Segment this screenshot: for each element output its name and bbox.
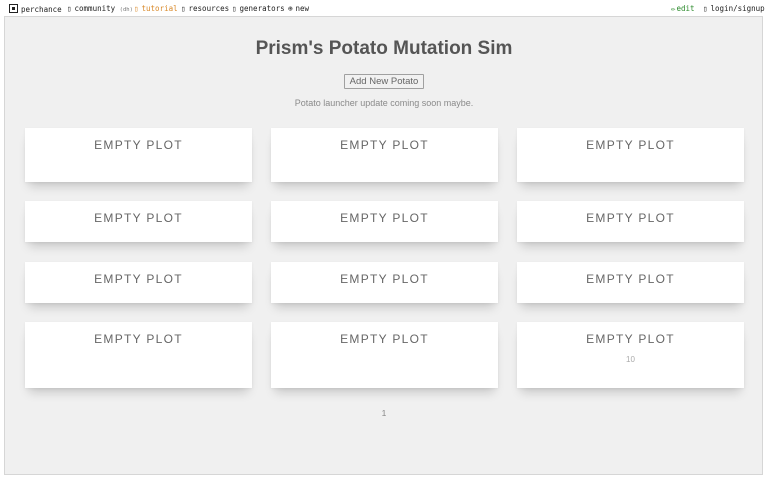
plot-card[interactable]: EMPTY PLOT	[271, 128, 498, 182]
page-number: 1	[381, 408, 387, 418]
community-icon: ▯	[67, 4, 72, 13]
resources-icon: ▯	[181, 4, 186, 13]
plot-card[interactable]: EMPTY PLOT	[517, 128, 744, 182]
add-new-potato-button[interactable]: Add New Potato	[344, 74, 424, 89]
plot-card[interactable]: EMPTY PLOT	[271, 322, 498, 388]
nav-login-link[interactable]: ▯ login/signup	[703, 4, 765, 13]
nav-edit-label: edit	[676, 4, 695, 13]
plot-card[interactable]: EMPTY PLOT	[25, 201, 252, 242]
pencil-icon: ✏	[671, 4, 676, 13]
plot-label: EMPTY PLOT	[94, 211, 183, 225]
plot-card[interactable]: EMPTY PLOT	[25, 322, 252, 388]
plot-card[interactable]: EMPTY PLOT	[271, 262, 498, 303]
generators-icon: ▯	[232, 4, 237, 13]
plot-label: EMPTY PLOT	[586, 332, 675, 346]
nav-tutorial-link[interactable]: ▯ tutorial	[134, 4, 178, 13]
plot-card[interactable]: EMPTY PLOT	[25, 262, 252, 303]
nav-community-link[interactable]: ▯ community (dh)	[67, 4, 133, 13]
nav-home-link[interactable]: perchance	[9, 4, 62, 14]
plot-label: EMPTY PLOT	[340, 138, 429, 152]
plus-circle-icon: ⊕	[288, 4, 293, 13]
plot-label: EMPTY PLOT	[340, 272, 429, 286]
login-icon: ▯	[703, 4, 708, 13]
perchance-logo-icon	[9, 4, 18, 13]
plot-card[interactable]: EMPTY PLOT	[517, 262, 744, 303]
plot-label: EMPTY PLOT	[94, 272, 183, 286]
page-title: Prism's Potato Mutation Sim	[255, 38, 513, 59]
nav-tutorial-label: tutorial	[141, 4, 178, 13]
plot-label: EMPTY PLOT	[94, 138, 183, 152]
plot-label: EMPTY PLOT	[340, 211, 429, 225]
nav-new-link[interactable]: ⊕ new	[288, 4, 309, 13]
plot-label: EMPTY PLOT	[586, 138, 675, 152]
plot-label: EMPTY PLOT	[586, 272, 675, 286]
nav-community-label: community	[74, 4, 116, 13]
plot-card[interactable]: EMPTY PLOT	[517, 201, 744, 242]
plot-card[interactable]: EMPTY PLOT 10	[517, 322, 744, 388]
nav-home-label: perchance	[21, 5, 62, 14]
nav-edit-link[interactable]: ✏edit	[671, 4, 695, 13]
plot-count: 10	[626, 355, 635, 364]
nav-resources-label: resources	[188, 4, 230, 13]
plot-card[interactable]: EMPTY PLOT	[271, 201, 498, 242]
top-navigation-bar: perchance ▯ community (dh) ▯ tutorial ▯ res…	[0, 0, 768, 16]
nav-login-label: login/signup	[710, 4, 765, 13]
nav-generators-link[interactable]: ▯ generators	[232, 4, 285, 13]
nav-resources-link[interactable]: ▯ resources	[181, 4, 229, 13]
nav-new-label: new	[295, 4, 310, 13]
plot-label: EMPTY PLOT	[586, 211, 675, 225]
tutorial-icon: ▯	[134, 4, 139, 13]
plot-label: EMPTY PLOT	[94, 332, 183, 346]
plot-label: EMPTY PLOT	[340, 332, 429, 346]
nav-community-badge: (dh)	[119, 7, 133, 13]
nav-generators-label: generators	[239, 4, 285, 13]
subtitle-note: Potato launcher update coming soon maybe…	[294, 98, 474, 108]
plot-card[interactable]: EMPTY PLOT	[25, 128, 252, 182]
